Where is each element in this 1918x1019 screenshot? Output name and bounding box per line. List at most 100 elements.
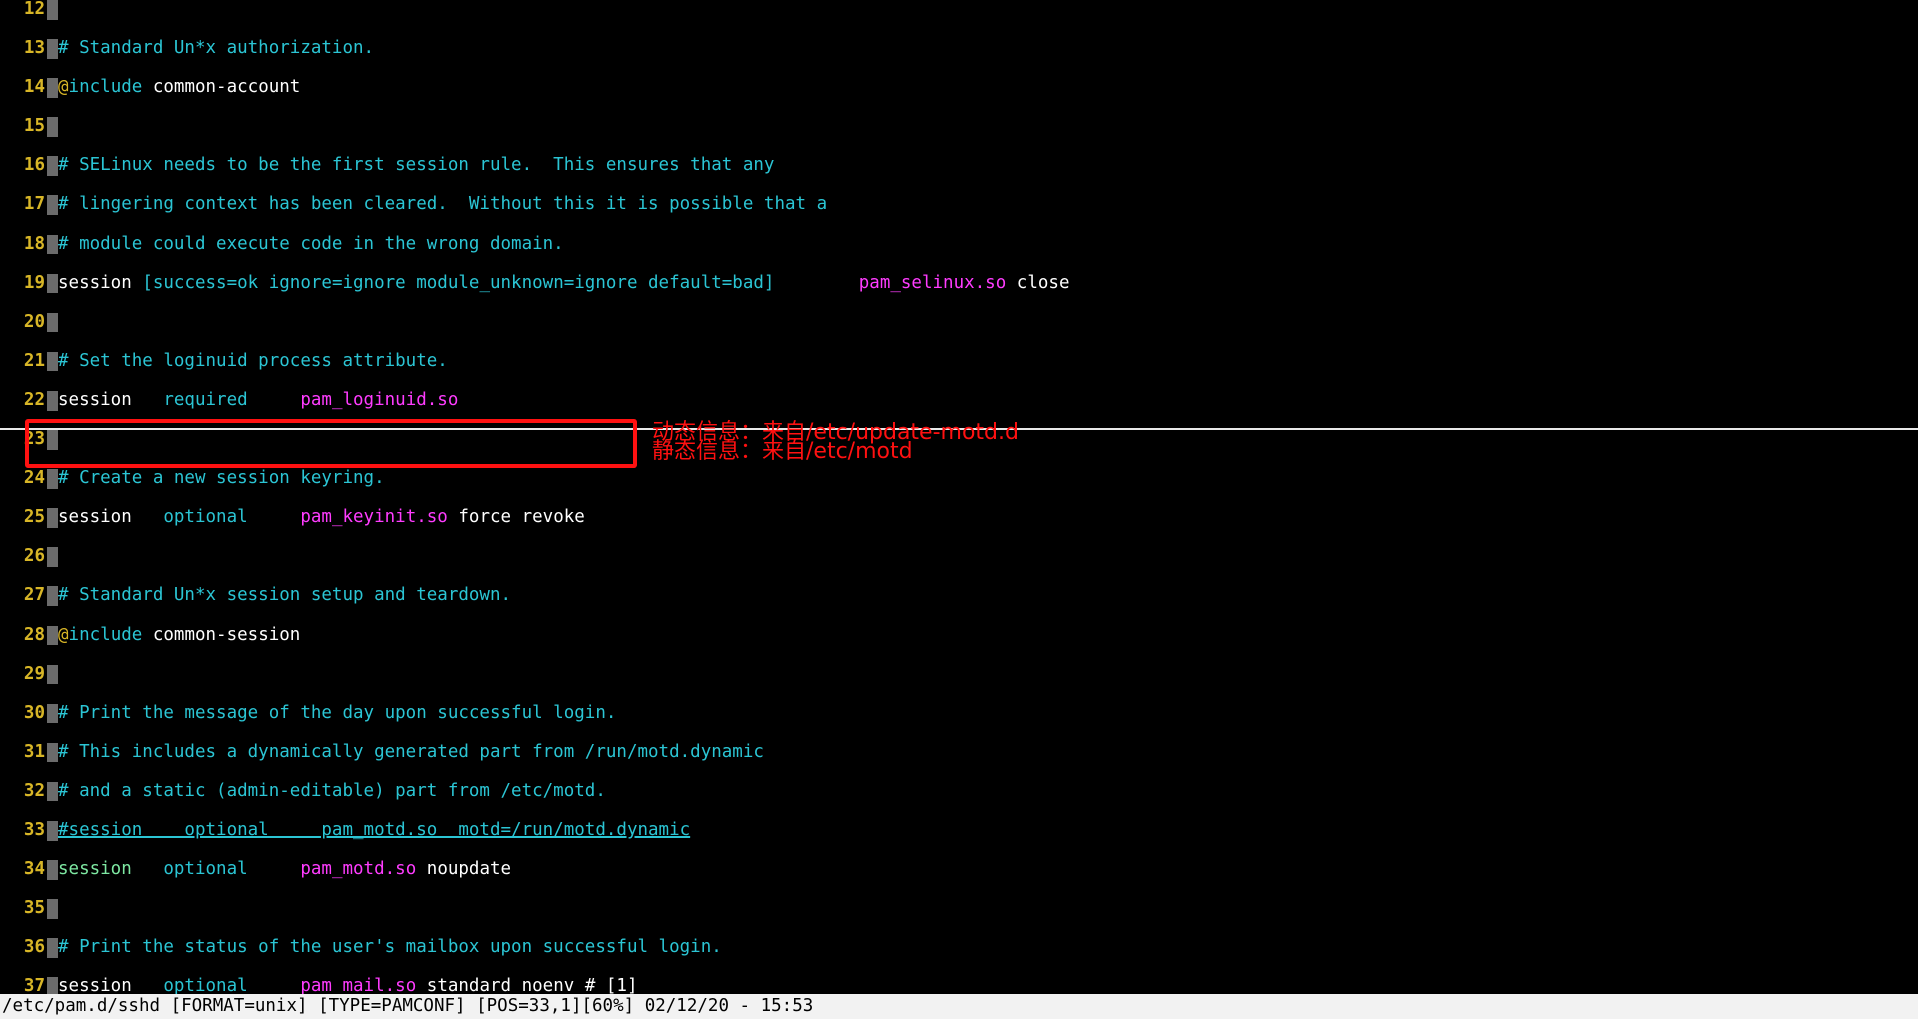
line-number: 30 <box>23 702 45 723</box>
editor-line[interactable]: 27 # Standard Un*x session setup and tear… <box>0 586 1918 606</box>
sign-column <box>47 938 58 958</box>
editor-line[interactable]: 33 #session optional pam_motd.so motd=/ru… <box>0 820 1918 841</box>
editor-line[interactable]: 36 # Print the status of the user's mailb… <box>0 938 1918 958</box>
code-token: # This includes a dynamically generated … <box>58 741 764 762</box>
editor-line[interactable]: 18 # module could execute code in the wro… <box>0 234 1918 255</box>
editor-line[interactable]: 24 # Create a new session keyring. <box>0 468 1918 489</box>
line-content: session optional pam_motd.so noupdate <box>58 859 511 879</box>
code-token: common-account <box>152 77 301 98</box>
editor-line[interactable]: 17 # lingering context has been cleared. … <box>0 194 1918 216</box>
line-number: 13 <box>23 38 45 59</box>
code-token: force revoke <box>447 507 585 528</box>
editor-line[interactable]: 16 # SELinux needs to be the first sessio… <box>0 156 1918 176</box>
editor-line[interactable]: 29 <box>0 664 1918 685</box>
line-content: # module could execute code in the wrong… <box>58 234 564 254</box>
code-token: pam_selinux.so <box>858 272 1007 293</box>
terminal-screen: 12 13 # Standard Un*x authorization. 14 @inc… <box>0 0 1918 1019</box>
line-content: # and a static (admin-editable) part fro… <box>58 781 606 801</box>
editor-line[interactable]: 34 session optional pam_motd.so noupdate <box>0 859 1918 880</box>
line-number: 22 <box>23 389 45 410</box>
line-content: # Create a new session keyring. <box>58 468 385 488</box>
code-token: # lingering context has been cleared. Wi… <box>58 194 828 215</box>
line-number: 12 <box>23 0 45 19</box>
line-number: 36 <box>23 937 45 958</box>
editor-line[interactable]: 28 @include common-session <box>0 625 1918 646</box>
code-token: noupdate <box>416 859 512 880</box>
sign-column <box>47 508 58 528</box>
line-content: # Set the loginuid process attribute. <box>58 351 448 371</box>
code-token: @ <box>58 77 69 98</box>
code-token: # module could execute code in the wrong… <box>58 233 564 254</box>
code-token: close <box>1006 272 1070 293</box>
code-token: session <box>58 859 164 880</box>
sign-column <box>47 586 58 606</box>
sign-column <box>47 742 58 763</box>
code-token: # Print the status of the user's mailbox… <box>58 937 722 958</box>
code-token: [success=ok ignore=ignore module_unknown… <box>142 272 775 293</box>
code-token: pam_keyinit.so <box>300 507 448 528</box>
line-number: 16 <box>23 155 45 176</box>
editor-line[interactable]: 26 <box>0 547 1918 567</box>
sign-column <box>47 625 58 646</box>
code-token: # Standard Un*x session setup and teardo… <box>58 585 512 606</box>
sign-column <box>47 430 58 450</box>
line-content: # Standard Un*x session setup and teardo… <box>58 585 512 606</box>
editor-line[interactable]: 19 session [success=ok ignore=ignore modu… <box>0 272 1918 294</box>
editor-line[interactable]: 31 # This includes a dynamically generate… <box>0 741 1918 763</box>
editor-line[interactable]: 32 # and a static (admin-editable) part f… <box>0 781 1918 802</box>
code-token: include <box>68 77 153 98</box>
editor-line[interactable]: 12 <box>0 0 1918 20</box>
line-number: 25 <box>23 507 45 528</box>
editor-line[interactable]: 13 # Standard Un*x authorization. <box>0 38 1918 59</box>
editor-line[interactable]: 22 session required pam_loginuid.so <box>0 389 1918 411</box>
editor-line[interactable]: 14 @include common-account <box>0 77 1918 98</box>
line-number: 24 <box>23 468 45 489</box>
code-token: # Set the loginuid process attribute. <box>58 350 448 371</box>
sign-column <box>47 899 58 919</box>
line-number: 15 <box>23 116 45 137</box>
line-number: 34 <box>23 859 45 880</box>
editor-line[interactable]: 35 <box>0 899 1918 919</box>
editor-line[interactable]: 15 <box>0 117 1918 137</box>
line-content: @include common-account <box>58 77 300 97</box>
line-number: 33 <box>23 820 45 841</box>
editor-line[interactable]: 21 # Set the loginuid process attribute. <box>0 350 1918 372</box>
line-number: 27 <box>23 585 45 606</box>
code-token: # Print the message of the day upon succ… <box>58 702 617 723</box>
line-number: 21 <box>23 350 45 371</box>
editor-line[interactable]: 20 <box>0 311 1918 333</box>
code-token: @ <box>58 624 69 645</box>
editor-line[interactable]: 30 # Print the message of the day upon su… <box>0 702 1918 724</box>
annotation-static-motd: 静态信息：来自/etc/motd <box>652 439 913 465</box>
code-token: # SELinux needs to be the first session … <box>58 155 775 176</box>
sign-column <box>47 312 58 333</box>
code-token: # and a static (admin-editable) part fro… <box>58 780 606 801</box>
line-number: 23 <box>23 429 45 450</box>
sign-column <box>47 821 58 841</box>
sign-column <box>47 547 58 567</box>
vim-text-area[interactable]: 12 13 # Standard Un*x authorization. 14 @inc… <box>0 0 1918 1019</box>
code-token: optional <box>163 507 248 528</box>
line-number: 20 <box>23 311 45 332</box>
sign-column <box>47 469 58 489</box>
sign-column <box>47 703 58 724</box>
code-token: pam_loginuid.so <box>300 389 459 410</box>
code-token: session <box>58 389 164 410</box>
sign-column <box>47 78 58 98</box>
line-content: # lingering context has been cleared. Wi… <box>58 194 828 215</box>
editor-line[interactable]: 25 session optional pam_keyinit.so force … <box>0 507 1918 528</box>
line-content: session required pam_loginuid.so <box>58 390 458 410</box>
line-content: # Print the message of the day upon succ… <box>58 703 616 723</box>
line-content: @include common-session <box>58 625 300 645</box>
sign-column <box>47 351 58 372</box>
line-number: 19 <box>23 272 45 293</box>
line-content: session [success=ok ignore=ignore module… <box>58 273 1069 293</box>
code-token: common-session <box>152 624 301 645</box>
sign-column <box>47 390 58 411</box>
line-number: 14 <box>23 77 45 98</box>
line-number: 26 <box>23 546 45 567</box>
